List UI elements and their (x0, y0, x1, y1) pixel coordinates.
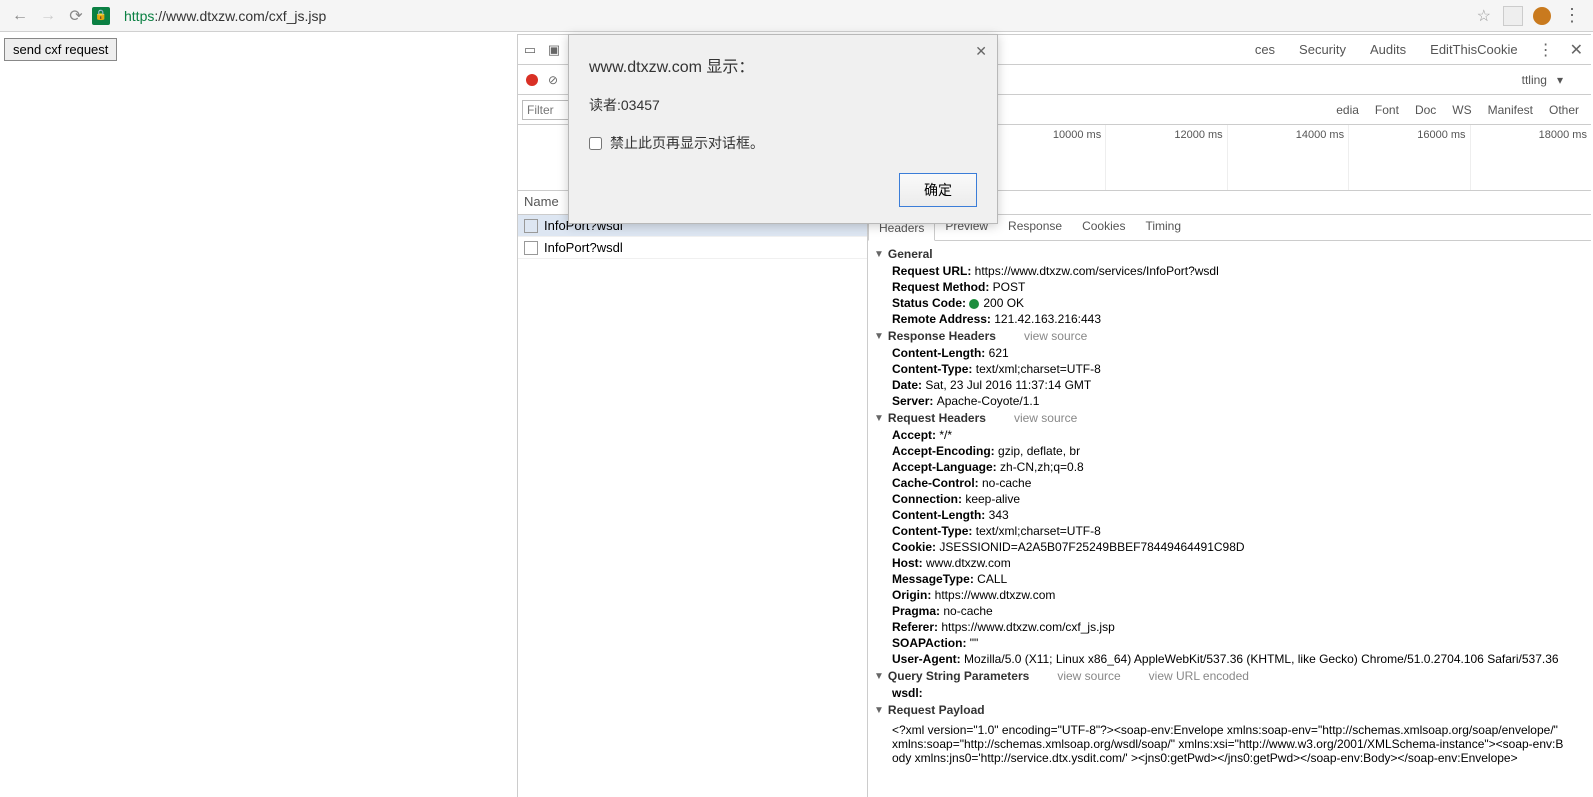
back-button[interactable]: ← (8, 4, 32, 28)
browser-toolbar: ← → ⟳ 🔒 https://www.dtxzw.com/cxf_js.jsp… (0, 0, 1593, 32)
header-row: Origin: https://www.dtxzw.com (868, 587, 1591, 603)
filter-manifest[interactable]: Manifest (1488, 103, 1533, 117)
filter-ws[interactable]: WS (1452, 103, 1471, 117)
view-url-encoded-link[interactable]: view URL encoded (1149, 669, 1249, 683)
throttling-dropdown[interactable]: ttling ▾ (1522, 73, 1563, 87)
filter-media[interactable]: edia (1336, 103, 1359, 117)
extension-icon[interactable] (1503, 6, 1523, 26)
url-scheme: https (124, 8, 154, 24)
request-headers-section[interactable]: ▼Request Headersview source (868, 409, 1591, 427)
header-row: Referer: https://www.dtxzw.com/cxf_js.js… (868, 619, 1591, 635)
tab-security[interactable]: Security (1287, 42, 1358, 57)
header-row: Request Method: POST (868, 279, 1591, 295)
timeline-tick: 16000 ms (1348, 125, 1469, 190)
query-string-section[interactable]: ▼Query String Parametersview sourceview … (868, 667, 1591, 685)
header-row: Status Code: 200 OK (868, 295, 1591, 311)
general-section[interactable]: ▼General (868, 245, 1591, 263)
header-row: SOAPAction: "" (868, 635, 1591, 651)
clear-icon[interactable]: ⊘ (548, 73, 558, 87)
header-row: Cookie: JSESSIONID=A2A5B07F25249BBEF7844… (868, 539, 1591, 555)
forward-button[interactable]: → (36, 4, 60, 28)
file-icon (524, 219, 538, 233)
suppress-checkbox-label[interactable]: 禁止此页再显示对话框。 (589, 133, 977, 153)
header-row: Date: Sat, 23 Jul 2016 11:37:14 GMT (868, 377, 1591, 393)
suppress-checkbox[interactable] (589, 137, 602, 150)
header-row: Pragma: no-cache (868, 603, 1591, 619)
send-request-button[interactable]: send cxf request (4, 38, 117, 61)
timeline-tick: 14000 ms (1227, 125, 1348, 190)
header-row: Server: Apache-Coyote/1.1 (868, 393, 1591, 409)
file-icon (524, 241, 538, 255)
request-row[interactable]: InfoPort?wsdl (518, 237, 867, 259)
ok-button[interactable]: 确定 (899, 173, 977, 207)
device-icon[interactable]: ▣ (542, 42, 566, 58)
close-icon[interactable]: ✕ (975, 43, 987, 60)
tab-audits[interactable]: Audits (1358, 42, 1418, 57)
header-row: Content-Length: 343 (868, 507, 1591, 523)
header-row: Content-Length: 621 (868, 345, 1591, 361)
tab-response[interactable]: Response (998, 215, 1072, 240)
request-list: InfoPort?wsdl InfoPort?wsdl (518, 215, 868, 797)
header-row: wsdl: (868, 685, 1591, 701)
header-row: Remote Address: 121.42.163.216:443 (868, 311, 1591, 327)
page-content: send cxf request (4, 38, 117, 61)
secure-icon: 🔒 (92, 7, 110, 25)
tab-item[interactable]: ces (1243, 42, 1287, 57)
tab-cookies[interactable]: Cookies (1072, 215, 1135, 240)
tab-timing[interactable]: Timing (1135, 215, 1191, 240)
devtools-menu-icon[interactable]: ⋮ (1530, 40, 1562, 60)
reload-button[interactable]: ⟳ (64, 4, 88, 28)
bookmark-icon[interactable]: ☆ (1477, 6, 1491, 26)
devtools-close-icon[interactable]: ✕ (1562, 40, 1591, 60)
header-row: Content-Type: text/xml;charset=UTF-8 (868, 361, 1591, 377)
header-row: Accept-Language: zh-CN,zh;q=0.8 (868, 459, 1591, 475)
checkbox-text: 禁止此页再显示对话框。 (610, 133, 764, 153)
header-row: Host: www.dtxzw.com (868, 555, 1591, 571)
request-name: InfoPort?wsdl (544, 240, 623, 255)
url-bar[interactable]: https://www.dtxzw.com/cxf_js.jsp (116, 4, 1469, 28)
header-row: Cache-Control: no-cache (868, 475, 1591, 491)
menu-icon[interactable]: ⋮ (1563, 5, 1579, 26)
record-button[interactable] (526, 74, 538, 86)
payload-body: <?xml version="1.0" encoding="UTF-8"?><s… (868, 719, 1591, 769)
request-payload-section[interactable]: ▼Request Payload (868, 701, 1591, 719)
view-source-link[interactable]: view source (1024, 329, 1087, 343)
timeline-tick: 18000 ms (1470, 125, 1591, 190)
header-row: MessageType: CALL (868, 571, 1591, 587)
url-rest: ://www.dtxzw.com/cxf_js.jsp (154, 8, 326, 24)
header-row: Connection: keep-alive (868, 491, 1591, 507)
alert-dialog: ✕ www.dtxzw.com 显示： 读者:03457 禁止此页再显示对话框。… (568, 34, 998, 224)
details-body: ▼General Request URL: https://www.dtxzw.… (868, 241, 1591, 797)
details-panel: Headers Preview Response Cookies Timing … (868, 215, 1591, 797)
view-source-link[interactable]: view source (1014, 411, 1077, 425)
header-row: User-Agent: Mozilla/5.0 (X11; Linux x86_… (868, 651, 1591, 667)
header-row: Accept: */* (868, 427, 1591, 443)
filter-doc[interactable]: Doc (1415, 103, 1436, 117)
alert-title: www.dtxzw.com 显示： (589, 53, 977, 77)
header-row: Request URL: https://www.dtxzw.com/servi… (868, 263, 1591, 279)
filter-other[interactable]: Other (1549, 103, 1579, 117)
filter-font[interactable]: Font (1375, 103, 1399, 117)
alert-message: 读者:03457 (589, 95, 977, 115)
inspect-icon[interactable]: ▭ (518, 42, 542, 58)
header-row: Accept-Encoding: gzip, deflate, br (868, 443, 1591, 459)
cookie-icon[interactable] (1533, 7, 1551, 25)
tab-editthiscookie[interactable]: EditThisCookie (1418, 42, 1529, 57)
response-headers-section[interactable]: ▼Response Headersview source (868, 327, 1591, 345)
view-source-link[interactable]: view source (1057, 669, 1120, 683)
header-row: Content-Type: text/xml;charset=UTF-8 (868, 523, 1591, 539)
timeline-tick: 12000 ms (1105, 125, 1226, 190)
timeline-tick: 10000 ms (984, 125, 1105, 190)
